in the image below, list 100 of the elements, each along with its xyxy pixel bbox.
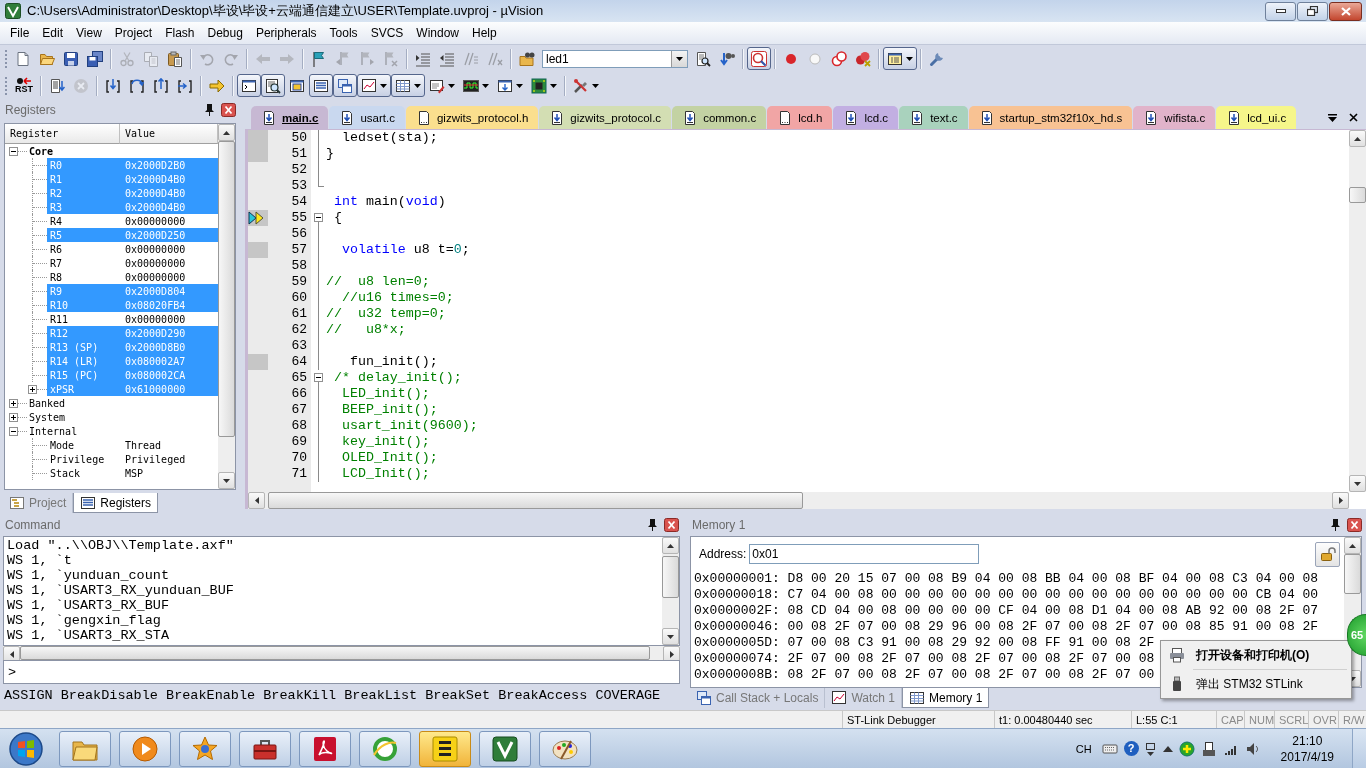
file-tab[interactable]: text.c	[899, 106, 968, 129]
menu-item[interactable]: Project	[107, 24, 159, 42]
vertical-scrollbar[interactable]	[218, 124, 235, 489]
file-tab[interactable]: usart.c	[329, 106, 405, 129]
up-arrow-icon[interactable]	[1354, 136, 1361, 141]
close-icon[interactable]	[1347, 518, 1362, 532]
menu-item[interactable]: View	[69, 24, 108, 42]
vertical-scrollbar[interactable]	[662, 537, 679, 645]
call-stack-button[interactable]	[333, 74, 357, 97]
scrollbar-thumb[interactable]	[662, 556, 679, 598]
up-triangle-icon[interactable]	[1162, 745, 1173, 752]
horizontal-scrollbar[interactable]	[248, 492, 1349, 509]
column-header[interactable]: Value	[120, 124, 218, 144]
plus-box-icon[interactable]	[9, 412, 18, 422]
minus-box-icon[interactable]	[313, 213, 323, 222]
panel-tab[interactable]: Registers	[73, 493, 159, 513]
scrollbar-thumb[interactable]	[268, 492, 803, 509]
scrollbar-thumb[interactable]	[1344, 554, 1361, 594]
menu-item[interactable]: Window	[409, 24, 465, 42]
left-arrow-icon[interactable]	[9, 651, 14, 658]
watch-button[interactable]	[357, 74, 391, 97]
tab-list-icon[interactable]	[1328, 113, 1337, 122]
memory-button[interactable]	[391, 74, 425, 97]
address-field[interactable]: 0x01	[749, 544, 980, 564]
ime-menu-icon[interactable]	[1144, 740, 1157, 757]
menu-item[interactable]: Flash	[158, 24, 201, 42]
file-tab[interactable]: startup_stm32f10x_hd.s	[968, 106, 1133, 129]
file-tab[interactable]: main.c	[251, 106, 329, 129]
register-value: 0x2000D804	[125, 285, 186, 297]
menu-item[interactable]: Tools	[322, 24, 364, 42]
up-arrow-icon[interactable]	[223, 130, 230, 135]
reset-button[interactable]: RST	[11, 74, 37, 97]
target-dropdown[interactable]: led1	[542, 49, 688, 68]
command-input-field[interactable]: >	[3, 660, 680, 684]
file-tab[interactable]: lcd.h	[767, 106, 833, 129]
pin-icon[interactable]	[648, 519, 657, 531]
disassembly-button[interactable]	[261, 74, 285, 97]
file-tab[interactable]: gizwits_protocol.h	[405, 106, 539, 129]
file-tab[interactable]: common.c	[672, 106, 767, 129]
file-tab[interactable]: lcd_ui.c	[1216, 106, 1297, 129]
context-menu-item[interactable]: 打开设备和打印机(O)	[1163, 643, 1349, 667]
caret-icon[interactable]	[676, 56, 683, 61]
language-indicator[interactable]: CH	[1075, 742, 1092, 755]
taskbar-app-button[interactable]	[419, 730, 471, 767]
close-button[interactable]	[1329, 1, 1362, 21]
scrollbar-thumb[interactable]	[218, 141, 235, 437]
tree-group-label[interactable]: System	[29, 411, 66, 423]
plus-box-icon[interactable]	[9, 398, 18, 408]
close-icon[interactable]	[1349, 113, 1358, 122]
tree-group-label[interactable]: Internal	[29, 425, 78, 437]
minus-box-icon[interactable]	[9, 146, 18, 156]
context-menu-item[interactable]: 弹出 STM32 STLink	[1163, 672, 1349, 696]
debug-session-button[interactable]	[747, 47, 771, 70]
lock-button[interactable]	[1315, 541, 1340, 567]
help-button[interactable]: ?	[1123, 741, 1139, 756]
taskbar-app-button[interactable]	[479, 730, 531, 767]
command-help-text: ASSIGN BreakDisable BreakEnable BreakKill BreakList BreakSet BreakAccess COVERAGE	[3, 687, 661, 703]
clock-date[interactable]: 2017/4/19	[1280, 748, 1334, 765]
up-arrow-icon[interactable]	[667, 543, 674, 548]
menu-item[interactable]: Edit	[35, 24, 70, 42]
left-arrow-icon[interactable]	[254, 497, 259, 504]
registers-button[interactable]	[309, 74, 333, 97]
down-arrow-icon[interactable]	[223, 478, 230, 483]
window-button[interactable]	[883, 47, 917, 70]
taskbar-app-button[interactable]	[239, 730, 291, 767]
minus-box-icon[interactable]	[9, 426, 18, 436]
tree-window-icon	[9, 495, 25, 511]
plus-box-icon[interactable]	[28, 384, 37, 394]
clock-time[interactable]: 21:10	[1292, 732, 1323, 749]
panel-title: Memory 1	[692, 518, 747, 532]
menu-item[interactable]: Debug	[200, 24, 249, 42]
pin-icon[interactable]	[205, 104, 214, 116]
plus-circle-icon[interactable]	[1178, 740, 1195, 757]
pin-icon[interactable]	[1331, 519, 1340, 531]
down-arrow-icon[interactable]	[1354, 481, 1361, 486]
close-icon[interactable]	[664, 518, 679, 532]
menu-item[interactable]: Peripherals	[248, 24, 323, 42]
panel-tab[interactable]: Memory 1	[901, 688, 990, 708]
tree-group-label[interactable]: Banked	[29, 397, 66, 409]
close-icon[interactable]	[221, 103, 236, 117]
menu-item[interactable]: Help	[465, 24, 503, 42]
command-window-button[interactable]	[237, 74, 261, 97]
menu-item[interactable]: SVCS	[363, 24, 410, 42]
right-arrow-icon[interactable]	[669, 651, 674, 658]
right-arrow-icon[interactable]	[1338, 497, 1343, 504]
tree-group-label[interactable]: Core	[29, 145, 54, 157]
minus-box-icon[interactable]	[313, 373, 323, 382]
vertical-scrollbar[interactable]	[1349, 130, 1366, 492]
scrollbar-thumb[interactable]	[1349, 187, 1366, 203]
up-arrow-icon[interactable]	[1349, 543, 1356, 548]
menu-item[interactable]: File	[3, 24, 36, 42]
restore-button[interactable]	[1297, 1, 1328, 21]
usb-device-icon[interactable]	[1200, 740, 1217, 757]
down-arrow-icon[interactable]	[667, 634, 674, 639]
file-tab[interactable]: gizwits_protocol.c	[539, 106, 672, 129]
file-tab[interactable]: wifista.c	[1133, 106, 1216, 129]
file-tab[interactable]: lcd.c	[833, 106, 899, 129]
column-header[interactable]: Register	[5, 124, 120, 144]
minimize-button[interactable]	[1265, 1, 1296, 21]
register-name: R11	[49, 313, 70, 325]
